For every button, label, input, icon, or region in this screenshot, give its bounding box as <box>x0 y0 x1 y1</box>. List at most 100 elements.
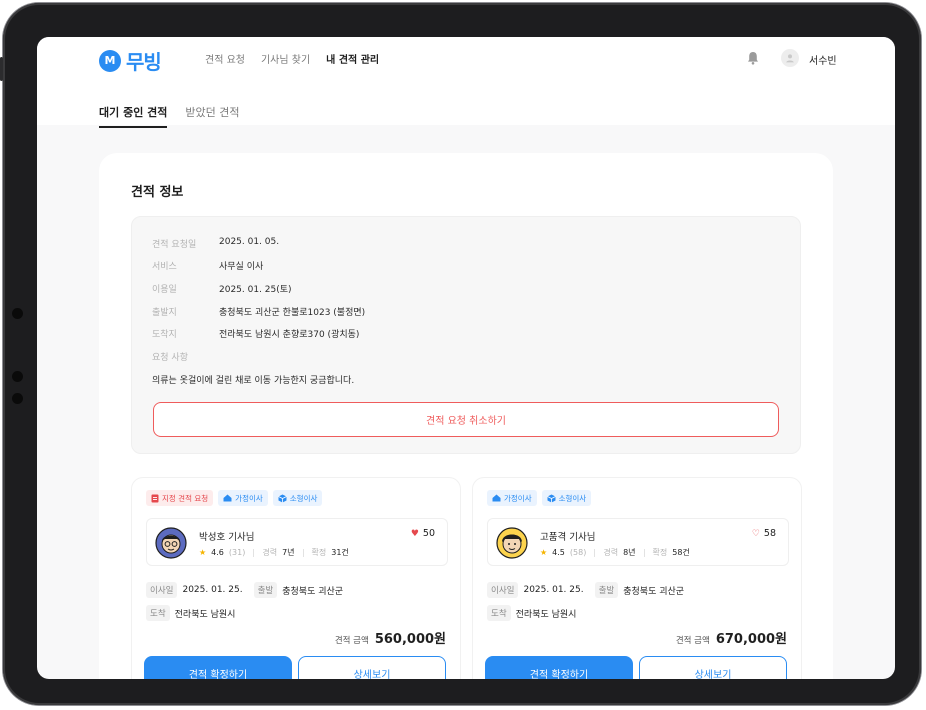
badge-label: 지정 견적 요청 <box>162 493 209 503</box>
career-label: 경력 <box>603 548 619 557</box>
quote-price: 견적 금액 560,000원 <box>335 628 446 647</box>
confirmed-value: 31건 <box>331 548 349 557</box>
logo-mark-icon: M <box>99 49 121 72</box>
info-value: 2025. 01. 25(토) <box>219 285 292 295</box>
view-detail-button[interactable]: 상세보기 <box>639 656 787 679</box>
panel-title: 견적 정보 <box>131 185 184 200</box>
info-label: 이용일 <box>152 285 177 295</box>
from-label: 출발 <box>253 582 278 598</box>
info-row: 서비스 사무실 이사 <box>152 259 263 272</box>
heart-outline-icon: ♡ <box>751 528 760 539</box>
info-row: 요청 사항 <box>152 350 219 363</box>
divider <box>643 548 645 557</box>
nav-find-driver[interactable]: 기사님 찾기 <box>261 51 310 66</box>
driver-name: 고품격 기사님 <box>540 532 596 543</box>
career-value: 7년 <box>282 548 295 557</box>
career-label: 경력 <box>262 548 278 557</box>
box-icon <box>546 494 556 502</box>
info-label: 도착지 <box>152 330 177 340</box>
like-button[interactable]: ♡ 58 <box>752 528 776 539</box>
divider <box>253 548 255 557</box>
quote-price: 견적 금액 670,000원 <box>676 628 787 647</box>
info-value: 전라북도 남원시 춘향로370 (광치동) <box>219 330 360 340</box>
small-move-badge: 소형이사 <box>272 490 323 506</box>
info-row: 이용일 2025. 01. 25(토) <box>152 282 292 295</box>
app-screen: M 무빙 견적 요청 기사님 찾기 내 견적 관리 서수빈 대기 중인 견적 받… <box>37 37 895 679</box>
info-row: 출발지 충청북도 괴산군 한불로1023 (불정면) <box>152 305 365 318</box>
price-label: 견적 금액 <box>675 636 710 646</box>
to-label: 도착 <box>146 605 170 621</box>
career-value: 8년 <box>623 548 636 557</box>
tab-pending-quotes[interactable]: 대기 중인 견적 <box>99 104 168 128</box>
info-label: 견적 요청일 <box>152 240 197 250</box>
quote-tabs: 대기 중인 견적 받았던 견적 <box>99 104 240 128</box>
confirm-quote-button[interactable]: 견적 확정하기 <box>144 656 292 679</box>
driver-profile[interactable]: 고품격 기사님 ★ 4.5 (58) 경력 8년 확정 58건 ♡ 58 <box>487 518 789 566</box>
quote-card: 가정이사 소형이사 고품격 기사님 ★ 4.5 (58) 경력 8년 확정 58… <box>472 477 802 679</box>
review-count: (31) <box>228 548 246 557</box>
badge-label: 소형이사 <box>558 493 587 503</box>
price-value: 670,000원 <box>715 632 787 647</box>
star-icon: ★ <box>540 548 548 557</box>
move-date-value: 2025. 01. 25. <box>182 585 243 595</box>
driver-name: 박성호 기사님 <box>199 532 255 543</box>
driver-rating: 4.5 <box>552 548 565 557</box>
nav-request-quote[interactable]: 견적 요청 <box>205 51 245 66</box>
review-count: (58) <box>569 548 587 557</box>
home-move-badge: 가정이사 <box>218 490 268 506</box>
badge-label: 가정이사 <box>504 493 532 503</box>
to-label: 도착 <box>487 605 511 621</box>
price-value: 560,000원 <box>374 632 446 647</box>
price-label: 견적 금액 <box>334 636 369 646</box>
camera-dot <box>12 308 23 319</box>
like-count: 58 <box>763 528 776 539</box>
info-value: 충청북도 괴산군 한불로1023 (불정면) <box>219 308 366 318</box>
info-row: 도착지 전라북도 남원시 춘향로370 (광치동) <box>152 327 359 340</box>
user-avatar-icon[interactable] <box>781 49 799 67</box>
home-icon <box>223 494 232 502</box>
cancel-request-button[interactable]: 견적 요청 취소하기 <box>153 402 779 437</box>
to-value: 전라북도 남원시 <box>174 609 236 620</box>
confirmed-label: 확정 <box>652 548 668 557</box>
volume-button <box>0 57 3 81</box>
divider <box>594 548 596 557</box>
info-label: 출발지 <box>152 308 177 318</box>
move-date-value: 2025. 01. 25. <box>523 585 584 595</box>
document-icon <box>151 494 159 502</box>
move-detail-row: 도착 전라북도 남원시 <box>487 605 582 621</box>
from-value: 충청북도 괴산군 <box>623 586 685 597</box>
driver-avatar <box>496 527 528 559</box>
logo[interactable]: M 무빙 <box>99 46 162 75</box>
nav-my-quotes[interactable]: 내 견적 관리 <box>326 51 379 66</box>
driver-profile[interactable]: 박성호 기사님 ★ 4.6 (31) 경력 7년 확정 31건 ♥ 50 <box>146 518 448 566</box>
info-value: 사무실 이사 <box>219 262 264 272</box>
move-date-label: 이사일 <box>146 582 178 598</box>
driver-meta: ★ 4.6 (31) 경력 7년 확정 31건 <box>199 547 349 558</box>
small-move-badge: 소형이사 <box>541 490 592 506</box>
like-count: 50 <box>422 528 435 539</box>
info-row: 견적 요청일 2025. 01. 05. <box>152 237 279 250</box>
quote-card: 지정 견적 요청 가정이사 소형이사 박성호 기사님 ★ 4.6 (31) 경력… <box>131 477 461 679</box>
heart-filled-icon: ♥ <box>410 528 419 539</box>
main-nav: 견적 요청 기사님 찾기 내 견적 관리 <box>205 51 379 66</box>
quote-info-box: 견적 요청일 2025. 01. 05. 서비스 사무실 이사 이용일 2025… <box>131 216 801 454</box>
confirm-quote-button[interactable]: 견적 확정하기 <box>485 656 633 679</box>
sensor-dot <box>12 371 23 382</box>
confirmed-value: 58건 <box>672 548 690 557</box>
bell-icon[interactable] <box>747 51 759 65</box>
divider <box>302 548 304 557</box>
user-name[interactable]: 서수빈 <box>809 52 837 67</box>
move-detail-row: 이사일 2025. 01. 25. 출발 충청북도 괴산군 <box>146 582 349 598</box>
view-detail-button[interactable]: 상세보기 <box>298 656 446 679</box>
badge-label: 가정이사 <box>235 493 263 503</box>
confirmed-label: 확정 <box>311 548 327 557</box>
move-detail-row: 이사일 2025. 01. 25. 출발 충청북도 괴산군 <box>487 582 690 598</box>
box-icon <box>278 494 287 502</box>
info-label: 서비스 <box>152 262 177 272</box>
designated-badge: 지정 견적 요청 <box>146 490 214 506</box>
badge-list: 가정이사 소형이사 <box>487 490 592 506</box>
tab-received-quotes[interactable]: 받았던 견적 <box>185 104 239 128</box>
home-icon <box>492 494 501 502</box>
from-label: 출발 <box>594 582 619 598</box>
like-button[interactable]: ♥ 50 <box>411 528 435 539</box>
